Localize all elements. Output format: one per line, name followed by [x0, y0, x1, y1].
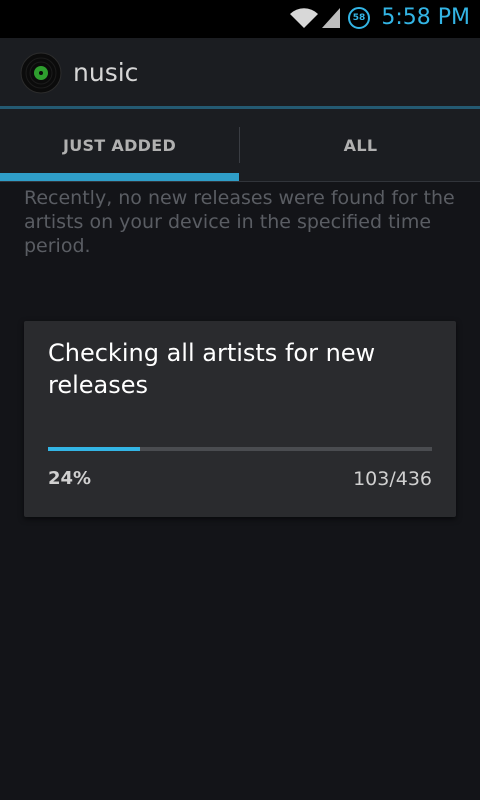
- action-bar: nusic: [0, 38, 480, 106]
- signal-icon: [322, 8, 340, 28]
- tab-bar: JUST ADDED ALL: [0, 109, 480, 182]
- progress-dialog: Checking all artists for new releases 24…: [24, 321, 456, 517]
- tab-label: ALL: [343, 135, 378, 155]
- progress-bar: [48, 447, 432, 451]
- empty-message: Recently, no new releases were found for…: [24, 187, 455, 257]
- tab-all[interactable]: ALL: [241, 109, 480, 181]
- progress-bar-fill: [48, 447, 141, 451]
- app-title: nusic: [73, 58, 139, 87]
- tab-label: JUST ADDED: [62, 135, 177, 155]
- battery-icon: 58: [348, 7, 370, 29]
- progress-percent: 24%: [48, 468, 92, 489]
- tab-divider: [239, 127, 240, 163]
- dialog-message: Checking all artists for new releases: [48, 339, 376, 399]
- vinyl-record-icon[interactable]: [20, 52, 62, 94]
- progress-count: 103/436: [353, 468, 432, 490]
- tab-selected-indicator: [0, 173, 239, 181]
- battery-level: 58: [352, 13, 366, 23]
- status-time: 5:58 PM: [381, 5, 470, 30]
- status-bar: 58 5:58 PM: [0, 0, 480, 38]
- tab-just-added[interactable]: JUST ADDED: [0, 109, 239, 181]
- wifi-icon: [290, 8, 318, 28]
